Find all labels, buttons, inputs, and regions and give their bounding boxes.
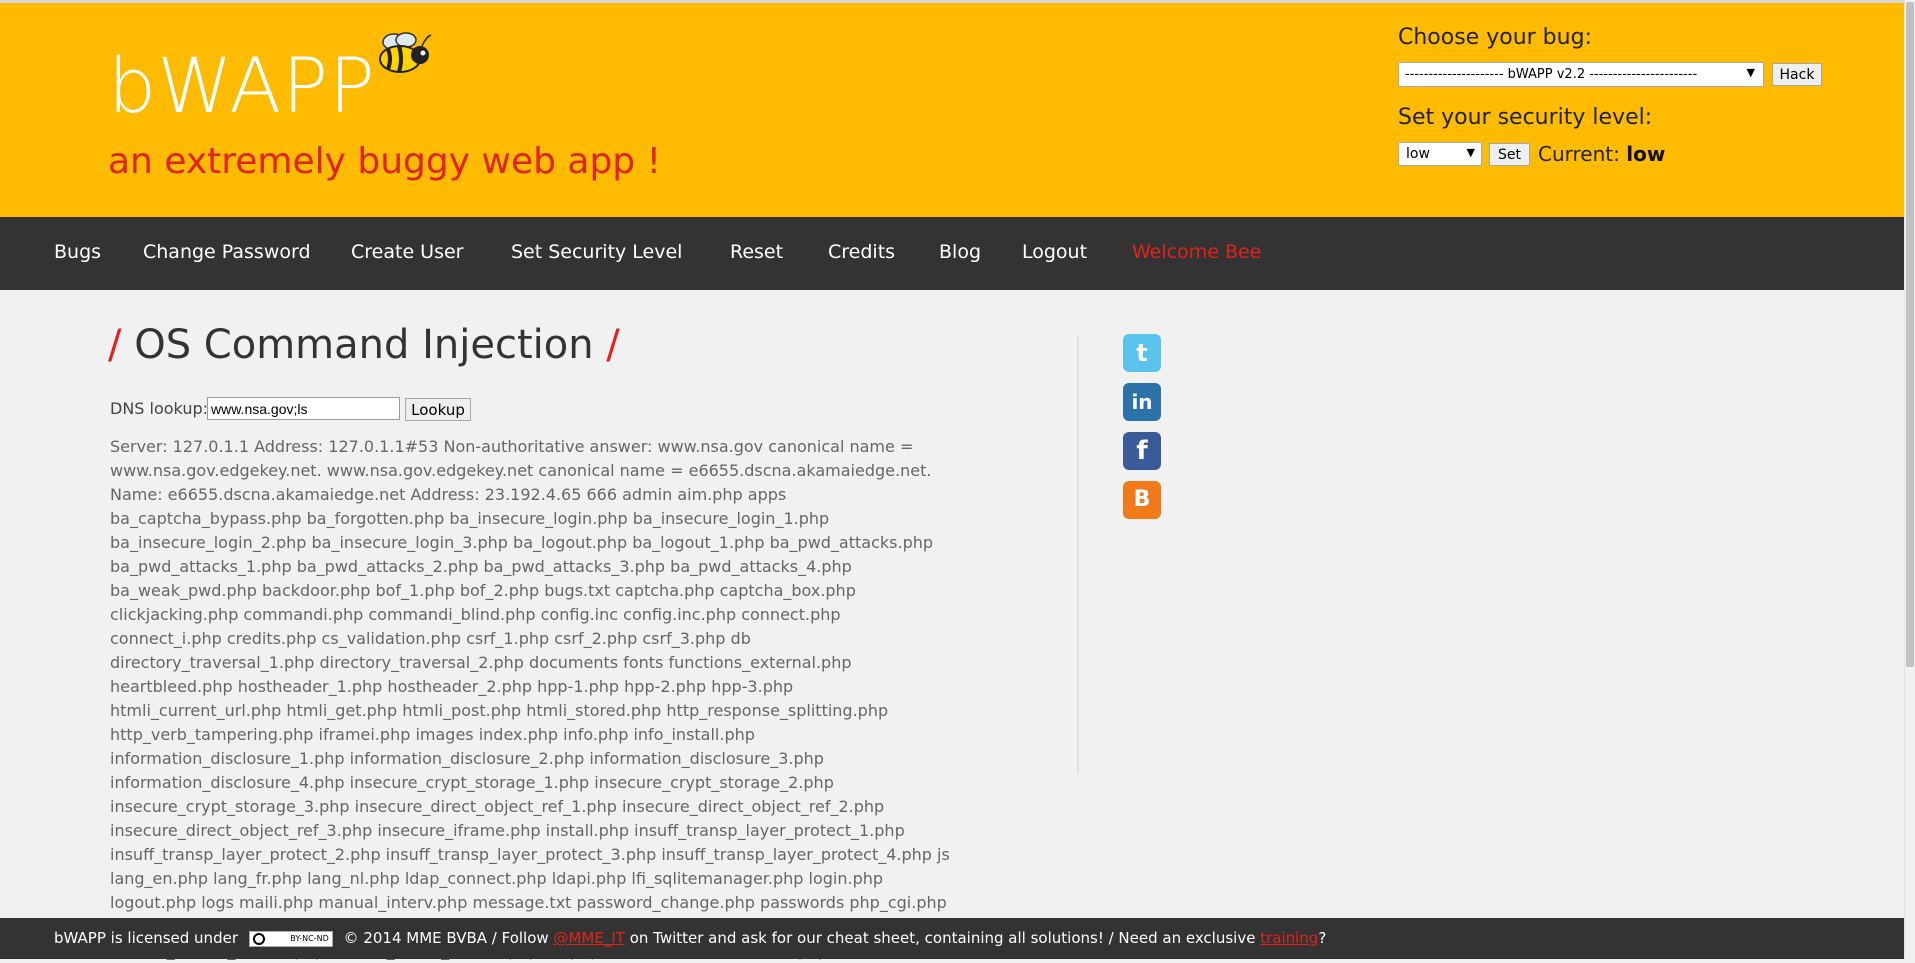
lookup-button[interactable]: Lookup: [405, 398, 471, 421]
hack-button[interactable]: Hack: [1772, 63, 1822, 86]
choose-bug-label: Choose your bug:: [1398, 25, 1592, 50]
title-slash-left: /: [108, 322, 122, 368]
bug-select[interactable]: --------------------- bWAPP v2.2 -------…: [1398, 62, 1764, 87]
nav-create-user[interactable]: Create User: [351, 241, 463, 263]
cc-license-badge[interactable]: BY-NC-ND: [248, 930, 333, 947]
security-level-value: low: [1406, 146, 1430, 162]
cc-label: BY-NC-ND: [290, 933, 329, 943]
logo-text: bWAPP: [108, 41, 376, 130]
cc-icon: [252, 932, 265, 945]
twitter-glyph: t: [1136, 339, 1148, 367]
header: bWAPP an extremely buggy web app ! Choos…: [0, 3, 1905, 217]
current-label: Current:: [1538, 142, 1620, 166]
blogger-icon[interactable]: B: [1123, 481, 1161, 519]
nav-change-password[interactable]: Change Password: [143, 241, 311, 263]
nav-reset[interactable]: Reset: [730, 241, 783, 263]
dropdown-arrow-icon: ▼: [1746, 66, 1755, 79]
facebook-glyph: f: [1136, 436, 1148, 466]
tagline: an extremely buggy web app !: [108, 141, 662, 182]
nav-bugs[interactable]: Bugs: [54, 241, 101, 263]
training-link[interactable]: training: [1260, 929, 1318, 947]
nav-logout[interactable]: Logout: [1022, 241, 1087, 263]
nav-welcome[interactable]: Welcome Bee: [1132, 241, 1261, 263]
security-level-select[interactable]: low ▼: [1398, 142, 1482, 166]
scrollbar[interactable]: [1904, 0, 1915, 959]
linkedin-glyph: in: [1131, 390, 1153, 414]
current-value: low: [1626, 142, 1666, 166]
security-level-label: Set your security level:: [1398, 105, 1653, 130]
linkedin-icon[interactable]: in: [1123, 383, 1161, 421]
twitter-handle-link[interactable]: @MME_IT: [553, 929, 624, 947]
facebook-icon[interactable]: f: [1123, 432, 1161, 470]
page-title: / OS Command Injection /: [108, 322, 620, 368]
bug-select-value: --------------------- bWAPP v2.2 -------…: [1405, 67, 1698, 82]
nav-blog[interactable]: Blog: [939, 241, 981, 263]
footer: bWAPP is licensed under BY-NC-ND © 2014 …: [0, 918, 1905, 959]
page-title-text: OS Command Injection: [134, 322, 594, 368]
nav-set-security-level[interactable]: Set Security Level: [511, 241, 682, 263]
dns-lookup-input[interactable]: [207, 397, 400, 420]
sidebar-divider: [1077, 336, 1079, 774]
bee-icon: [379, 32, 432, 73]
footer-license-text: bWAPP is licensed under: [54, 929, 238, 947]
title-slash-right: /: [606, 322, 620, 368]
twitter-icon[interactable]: t: [1123, 334, 1161, 372]
footer-cheat-text: on Twitter and ask for our cheat sheet, …: [629, 929, 1256, 947]
footer-copyright: © 2014 MME BVBA / Follow: [343, 929, 549, 947]
nav-credits[interactable]: Credits: [828, 241, 895, 263]
set-security-button[interactable]: Set: [1489, 143, 1530, 166]
scrollbar-thumb[interactable]: [1906, 2, 1914, 667]
main-nav: Bugs Change Password Create User Set Sec…: [0, 217, 1905, 290]
dropdown-arrow-icon: ▼: [1466, 146, 1475, 159]
command-output: Server: 127.0.1.1 Address: 127.0.1.1#53 …: [110, 437, 950, 960]
footer-end: ?: [1318, 929, 1327, 947]
blogger-glyph: B: [1133, 487, 1151, 512]
dns-lookup-label: DNS lookup:: [110, 399, 209, 418]
current-security: Current: low: [1538, 142, 1665, 166]
footer-text: bWAPP is licensed under BY-NC-ND © 2014 …: [54, 929, 1326, 947]
